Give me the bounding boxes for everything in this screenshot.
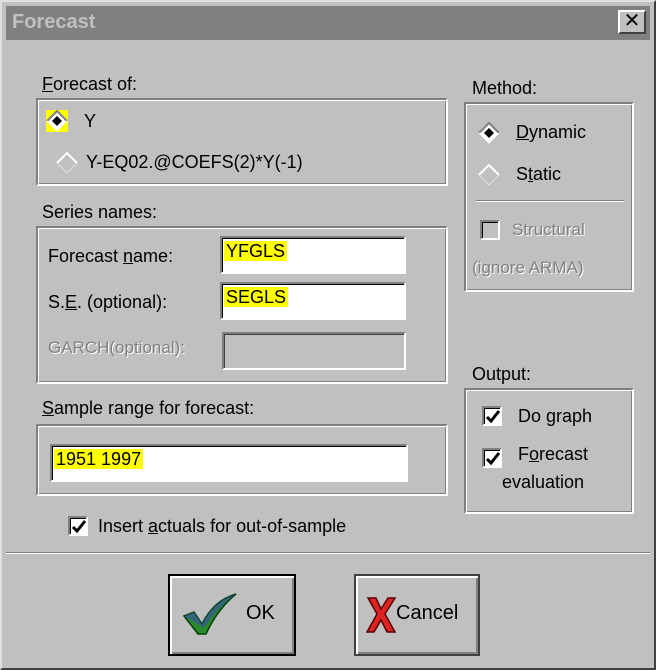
- garch-label: GARCH(optional):: [48, 338, 185, 357]
- radio-dynamic[interactable]: [478, 121, 500, 144]
- ok-button-label: OK: [246, 602, 275, 624]
- radio-unselected-icon: [56, 151, 78, 174]
- insert-actuals-checkbox[interactable]: [68, 516, 88, 536]
- forecast-name-input[interactable]: YFGLS: [220, 236, 406, 274]
- static-label: Static: [516, 164, 562, 184]
- green-checkmark-icon: [182, 593, 237, 635]
- output-label: Output:: [472, 364, 532, 384]
- checkmark-icon: [485, 410, 501, 424]
- structural-sub-label: (ignore ARMA): [472, 258, 584, 277]
- sample-range-label: Sample range for forecast:: [42, 398, 255, 418]
- radio-unselected-icon: [478, 163, 500, 186]
- do-graph-checkbox[interactable]: [482, 406, 502, 426]
- sample-range-value: 1951 1997: [54, 449, 144, 469]
- radio-static[interactable]: [478, 163, 500, 186]
- forecast-evaluation-checkbox[interactable]: [482, 448, 502, 468]
- window-title: Forecast: [12, 11, 96, 33]
- forecast-evaluation-label-line2: evaluation: [502, 472, 585, 492]
- close-icon: ✕: [623, 10, 641, 32]
- method-separator: [476, 200, 624, 202]
- structural-checkbox: [480, 220, 500, 240]
- forecast-name-label: Forecast name:: [48, 246, 174, 266]
- do-graph-label: Do graph: [518, 406, 593, 426]
- insert-actuals-label: Insert actuals for out-of-sample: [98, 516, 347, 536]
- se-value: SEGLS: [224, 287, 289, 307]
- forecast-name-value: YFGLS: [224, 241, 288, 261]
- dynamic-label: Dynamic: [516, 122, 587, 142]
- garch-input: [222, 332, 406, 370]
- cancel-button-label: Cancel: [396, 602, 459, 624]
- radio-forecast-expression[interactable]: [56, 151, 78, 174]
- ok-button[interactable]: OK: [168, 574, 296, 656]
- option-y-label: Y: [84, 111, 97, 131]
- forecast-of-label: Forecast of:: [42, 74, 138, 94]
- se-label: S.E. (optional):: [48, 292, 168, 312]
- forecast-evaluation-label: Forecast: [518, 444, 589, 464]
- checkmark-icon: [71, 520, 87, 534]
- button-area-separator: [6, 552, 650, 554]
- radio-selected-icon: [46, 109, 68, 132]
- structural-label: Structural: [512, 220, 585, 239]
- radio-selected-icon: [478, 121, 500, 144]
- se-input[interactable]: SEGLS: [220, 282, 406, 320]
- title-bar[interactable]: Forecast ✕: [6, 6, 650, 40]
- forecast-dialog: Forecast ✕ Forecast of: Y Y-EQ02.@COEFS(…: [0, 0, 656, 670]
- sample-range-input[interactable]: 1951 1997: [50, 444, 408, 482]
- method-label: Method:: [472, 78, 538, 98]
- option-expression-label: Y-EQ02.@COEFS(2)*Y(-1): [86, 152, 303, 172]
- radio-forecast-y[interactable]: [46, 109, 68, 132]
- series-names-label: Series names:: [42, 202, 158, 222]
- red-x-icon: [366, 597, 396, 633]
- cancel-button[interactable]: Cancel: [354, 574, 480, 656]
- checkmark-icon: [485, 452, 501, 466]
- close-button[interactable]: ✕: [618, 10, 646, 34]
